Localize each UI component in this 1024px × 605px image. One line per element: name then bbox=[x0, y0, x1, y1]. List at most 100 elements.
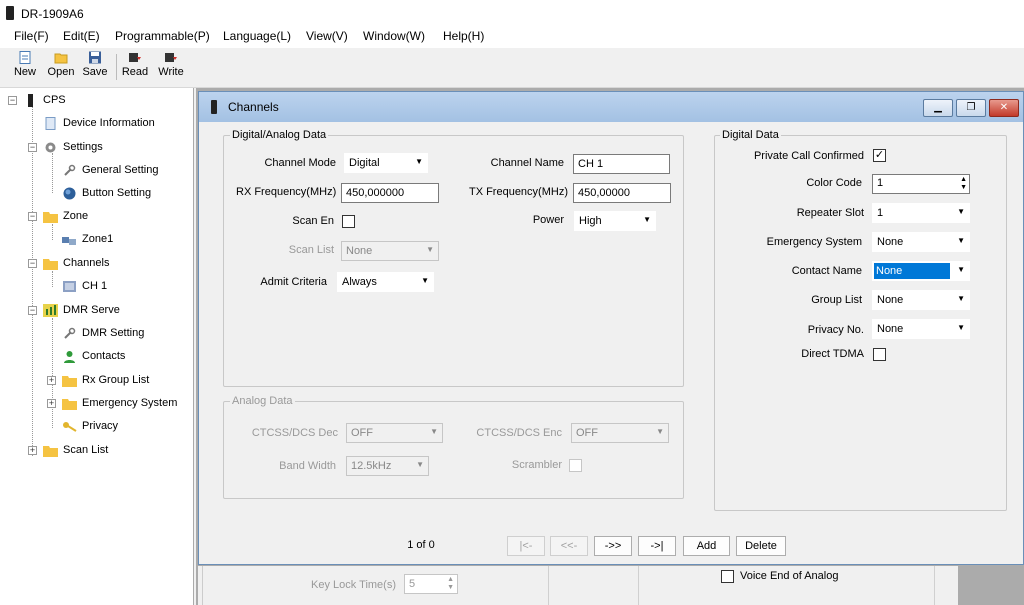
menu-edit[interactable]: Edit(E) bbox=[63, 29, 100, 43]
voice-end-of-analog-checkbox[interactable] bbox=[721, 570, 734, 583]
tree-label: DMR Serve bbox=[63, 304, 120, 316]
tree-label: Channels bbox=[63, 257, 110, 269]
radio-icon bbox=[6, 6, 14, 20]
privacy-no-select[interactable]: None ▼ bbox=[872, 319, 970, 339]
scrambler-checkbox[interactable] bbox=[569, 459, 582, 472]
previous-record-button[interactable]: <<- bbox=[550, 536, 588, 556]
network-icon bbox=[62, 237, 76, 245]
collapse-cps-toggle[interactable]: − bbox=[8, 96, 17, 105]
write-button[interactable]: Write bbox=[156, 51, 186, 83]
read-button[interactable]: Read bbox=[121, 51, 149, 83]
private-call-confirmed-label: Private Call Confirmed bbox=[753, 150, 864, 162]
tree-connector bbox=[32, 106, 33, 456]
band-width-select[interactable]: 12.5kHz ▼ bbox=[346, 456, 429, 476]
direct-tdma-checkbox[interactable] bbox=[873, 348, 886, 361]
delete-button[interactable]: Delete bbox=[736, 536, 786, 556]
color-code-spinner[interactable]: 1 ▲ ▼ bbox=[872, 174, 970, 194]
read-radio-icon bbox=[129, 53, 141, 62]
folder-icon bbox=[62, 376, 77, 387]
close-button[interactable]: ✕ bbox=[989, 99, 1019, 117]
color-code-value: 1 bbox=[877, 177, 884, 189]
menu-file[interactable]: File(F) bbox=[14, 29, 49, 43]
divider bbox=[548, 566, 549, 605]
save-disk-icon bbox=[89, 51, 101, 64]
tree-label: Contacts bbox=[82, 350, 126, 362]
repeater-slot-label: Repeater Slot bbox=[796, 207, 864, 219]
menu-help[interactable]: Help(H) bbox=[443, 29, 484, 43]
tree-label: Emergency System bbox=[82, 397, 178, 409]
tx-frequency-input[interactable]: 450,00000 bbox=[573, 183, 671, 203]
private-call-confirmed-checkbox[interactable]: ✓ bbox=[873, 149, 886, 162]
open-button[interactable]: Open bbox=[46, 51, 76, 83]
menu-language[interactable]: Language(L) bbox=[223, 29, 291, 43]
folder-icon bbox=[43, 212, 58, 223]
admit-criteria-select[interactable]: Always ▼ bbox=[337, 272, 434, 292]
new-button[interactable]: New bbox=[12, 51, 38, 83]
new-file-icon bbox=[19, 51, 31, 64]
menu-programmable[interactable]: Programmable(P) bbox=[115, 29, 210, 43]
band-width-value: 12.5kHz bbox=[351, 460, 392, 472]
last-record-button[interactable]: ->| bbox=[638, 536, 676, 556]
toolbar-separator bbox=[116, 54, 117, 80]
menu-view[interactable]: View(V) bbox=[306, 29, 348, 43]
wrench-icon bbox=[64, 327, 76, 339]
chevron-down-icon: ▼ bbox=[426, 245, 434, 254]
folder-icon bbox=[62, 399, 77, 410]
wrench-icon bbox=[64, 164, 76, 176]
collapse-channels-toggle[interactable]: − bbox=[28, 259, 37, 268]
tree-label: General Setting bbox=[82, 164, 159, 176]
ctcss-dec-select[interactable]: OFF ▼ bbox=[346, 423, 443, 443]
expand-scan-list-toggle[interactable]: + bbox=[28, 446, 37, 455]
chevron-down-icon: ▼ bbox=[416, 460, 424, 469]
analog-group bbox=[223, 401, 684, 499]
next-record-button[interactable]: ->> bbox=[594, 536, 632, 556]
restore-button[interactable]: ❐ bbox=[956, 99, 986, 117]
emergency-system-value: None bbox=[877, 236, 904, 248]
expand-emergency-system-toggle[interactable]: + bbox=[47, 399, 56, 408]
rx-frequency-input[interactable]: 450,000000 bbox=[341, 183, 439, 203]
collapse-settings-toggle[interactable]: − bbox=[28, 143, 37, 152]
app-title-bar: DR-1909A6 bbox=[0, 0, 1024, 26]
analog-group-title: Analog Data bbox=[230, 395, 295, 407]
minimize-button[interactable]: ▁ bbox=[923, 99, 953, 117]
ctcss-enc-value: OFF bbox=[576, 427, 598, 439]
power-select[interactable]: High ▼ bbox=[574, 211, 656, 231]
ctcss-dec-value: OFF bbox=[351, 427, 373, 439]
folder-icon bbox=[43, 446, 58, 457]
radio-icon bbox=[211, 100, 217, 114]
digital-group-title: Digital Data bbox=[720, 129, 781, 141]
scan-list-select[interactable]: None ▼ bbox=[341, 241, 439, 261]
privacy-no-label: Privacy No. bbox=[807, 324, 864, 336]
add-button[interactable]: Add bbox=[683, 536, 730, 556]
tree-connector bbox=[52, 271, 53, 287]
color-code-label: Color Code bbox=[806, 177, 862, 189]
chevron-down-icon: ▼ bbox=[430, 427, 438, 436]
tree-label: Settings bbox=[63, 141, 103, 153]
first-record-button[interactable]: |<- bbox=[507, 536, 545, 556]
group-list-select[interactable]: None ▼ bbox=[872, 290, 970, 310]
ctcss-enc-select[interactable]: OFF ▼ bbox=[571, 423, 669, 443]
app-title: DR-1909A6 bbox=[21, 7, 84, 21]
contact-name-select[interactable]: None ▼ bbox=[872, 261, 970, 281]
channel-mode-label: Channel Mode bbox=[264, 157, 336, 169]
channel-mode-select[interactable]: Digital ▼ bbox=[344, 153, 428, 173]
spinner-arrows-icon: ▲ ▼ bbox=[960, 176, 967, 191]
save-button[interactable]: Save bbox=[81, 51, 109, 83]
restore-icon: ❐ bbox=[966, 102, 976, 113]
contact-person-icon bbox=[64, 351, 75, 363]
expand-rx-group-list-toggle[interactable]: + bbox=[47, 376, 56, 385]
write-radio-icon bbox=[165, 53, 177, 62]
repeater-slot-select[interactable]: 1 ▼ bbox=[872, 203, 970, 223]
menu-window[interactable]: Window(W) bbox=[363, 29, 425, 43]
emergency-system-select[interactable]: None ▼ bbox=[872, 232, 970, 252]
key-lock-time-spinner[interactable]: 5 ▲ ▼ bbox=[404, 574, 458, 594]
privacy-no-value: None bbox=[877, 323, 904, 335]
scrambler-label: Scrambler bbox=[511, 459, 562, 471]
collapse-dmr-serve-toggle[interactable]: − bbox=[28, 306, 37, 315]
group-list-value: None bbox=[877, 294, 904, 306]
admit-criteria-value: Always bbox=[342, 276, 377, 288]
scan-en-checkbox[interactable] bbox=[342, 215, 355, 228]
scan-list-label: Scan List bbox=[288, 244, 334, 256]
channel-name-input[interactable]: CH 1 bbox=[573, 154, 670, 174]
collapse-zone-toggle[interactable]: − bbox=[28, 212, 37, 221]
